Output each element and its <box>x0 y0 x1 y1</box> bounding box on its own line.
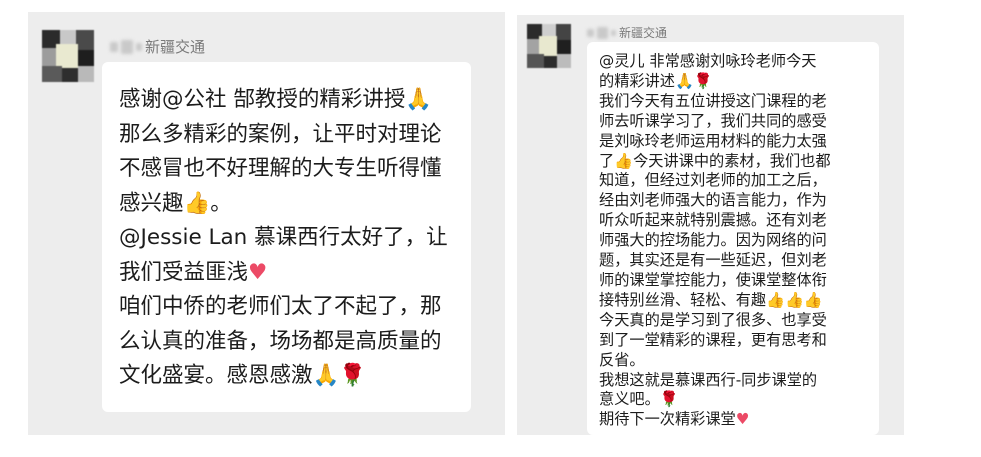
rose-icon: 🌹 <box>693 71 713 90</box>
thumbs-up-icon: 👍 <box>803 290 823 309</box>
message-line: 听众听起来就特别震撼。还有刘老 <box>599 211 827 230</box>
message-line: 到了一堂精彩的课程，更有思考和 <box>599 330 827 349</box>
message-line: @Jessie Lan 慕课西行太好了，让 <box>119 225 448 250</box>
sender-name-text: 新疆交通 <box>619 26 668 40</box>
rose-icon: 🌹 <box>659 390 679 409</box>
message-line: 感谢@公社 郜教授的精彩讲授🙏 <box>119 87 433 112</box>
rose-icon: 🌹 <box>339 363 367 388</box>
message-line: 知道，但经过刘老师的加工之后， <box>599 171 827 190</box>
message-line: 期待下一次精彩课堂♥ <box>599 410 750 429</box>
message-line: 反省。 <box>599 350 645 369</box>
message-line: 经由刘老师强大的语言能力，作为 <box>599 191 827 210</box>
message-bubble[interactable]: @灵儿 非常感谢刘咏玲老师今天 的精彩讲述🙏🌹 我们今天有五位讲授这门课程的老 … <box>587 42 879 435</box>
thumbs-up-icon: 👍 <box>614 151 634 170</box>
message-line: 题，其实还是有一些延迟，但刘老 <box>599 251 827 270</box>
message-line: 那么多精彩的案例，让平时对理论 <box>119 121 442 147</box>
folded-hands-icon: 🙏 <box>674 71 694 90</box>
sender-name: 新疆交通 <box>110 36 205 57</box>
message-line: @灵儿 非常感谢刘咏玲老师今天 <box>599 52 817 70</box>
sender-avatar[interactable] <box>527 24 571 68</box>
message-line: 我们今天有五位讲授这门课程的老 <box>599 91 827 110</box>
folded-hands-icon: 🙏 <box>312 363 340 388</box>
message-line: 是刘咏玲老师运用材料的能力太强 <box>599 131 827 150</box>
message-line: 接特别丝滑、轻松、有趣👍👍👍 <box>599 290 823 309</box>
message-line: 不感冒也不好理解的大专生听得懂 <box>119 156 442 181</box>
heart-icon: ♥ <box>248 259 268 285</box>
message-bubble[interactable]: 感谢@公社 郜教授的精彩讲授🙏 那么多精彩的案例，让平时对理论 不感冒也不好理解… <box>102 62 471 412</box>
message-line: 咱们中侨的老师们太了不起了，那 <box>119 294 442 319</box>
thumbs-up-icon: 👍 <box>183 190 211 216</box>
sender-name: 新疆交通 <box>587 24 667 41</box>
message-line: 意义吧。🌹 <box>599 390 679 409</box>
heart-icon: ♥ <box>735 410 750 429</box>
message-line: 么认真的准备，场场都是高质量的 <box>119 328 442 354</box>
message-line: 感兴趣👍。 <box>119 190 232 216</box>
folded-hands-icon: 🙏 <box>405 87 433 112</box>
chat-screenshot-right: 新疆交通 @灵儿 非常感谢刘咏玲老师今天 的精彩讲述🙏🌹 我们今天有五位讲授这门… <box>517 15 904 435</box>
thumbs-up-icon: 👍 <box>766 290 785 309</box>
message-line: 我们受益匪浅♥ <box>119 259 268 285</box>
thumbs-up-icon: 👍 <box>784 290 804 309</box>
message-line: 今天真的是学习到了很多、也享受 <box>599 310 827 329</box>
message-line: 文化盛宴。感恩感激🙏🌹 <box>119 363 367 388</box>
message-line: 师去听课学习了，我们共同的感受 <box>599 111 827 130</box>
message-line: 我想这就是慕课西行-同步课堂的 <box>599 370 818 389</box>
message-line: 了👍今天讲课中的素材，我们也都 <box>599 151 831 170</box>
sender-avatar[interactable] <box>42 30 94 82</box>
message-line: 师强大的控场能力。因为网络的问 <box>599 231 827 250</box>
chat-screenshot-left: 新疆交通 感谢@公社 郜教授的精彩讲授🙏 那么多精彩的案例，让平时对理论 不感冒… <box>28 12 505 435</box>
message-line: 的精彩讲述🙏🌹 <box>599 71 713 90</box>
message-line: 师的课堂掌控能力，使课堂整体衔 <box>599 270 827 289</box>
sender-name-text: 新疆交通 <box>145 38 206 56</box>
